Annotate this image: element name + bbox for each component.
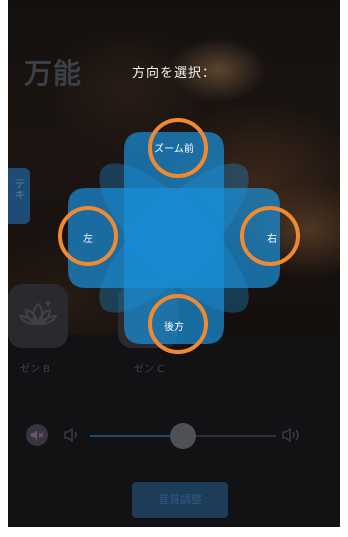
frame-left-border [0, 0, 8, 537]
highlight-ring-right [240, 206, 300, 266]
volume-high-icon [282, 427, 299, 443]
preset-label-zen-c: ゼン C [134, 364, 165, 375]
lotus-icon [19, 300, 57, 326]
side-tab-label: テキ [13, 178, 26, 200]
volume-low-icon [64, 427, 77, 443]
volume-slider-thumb[interactable] [170, 423, 196, 449]
speaker-muted-icon [31, 430, 44, 440]
frame-right-border [340, 0, 348, 537]
frame-bottom-border [0, 527, 348, 537]
highlight-ring-down [148, 294, 208, 354]
phone-screen: 万能 テキ ゼン B ゼン C 音質調整 方向を選択： ズーム前 左 右 後方 [0, 0, 348, 537]
tone-adjust-button[interactable]: 音質調整 [132, 482, 228, 518]
mute-icon[interactable] [26, 424, 48, 446]
direction-prompt: 方向を選択： [131, 66, 216, 81]
app-window: 万能 テキ ゼン B ゼン C 音質調整 方向を選択： ズーム前 左 右 後方 [8, 0, 340, 527]
preset-tile-zen-b[interactable] [8, 284, 68, 348]
highlight-ring-up [148, 118, 208, 178]
side-tab[interactable]: テキ [8, 168, 30, 224]
preset-label-zen-b: ゼン B [20, 364, 51, 375]
highlight-ring-left [58, 206, 118, 266]
